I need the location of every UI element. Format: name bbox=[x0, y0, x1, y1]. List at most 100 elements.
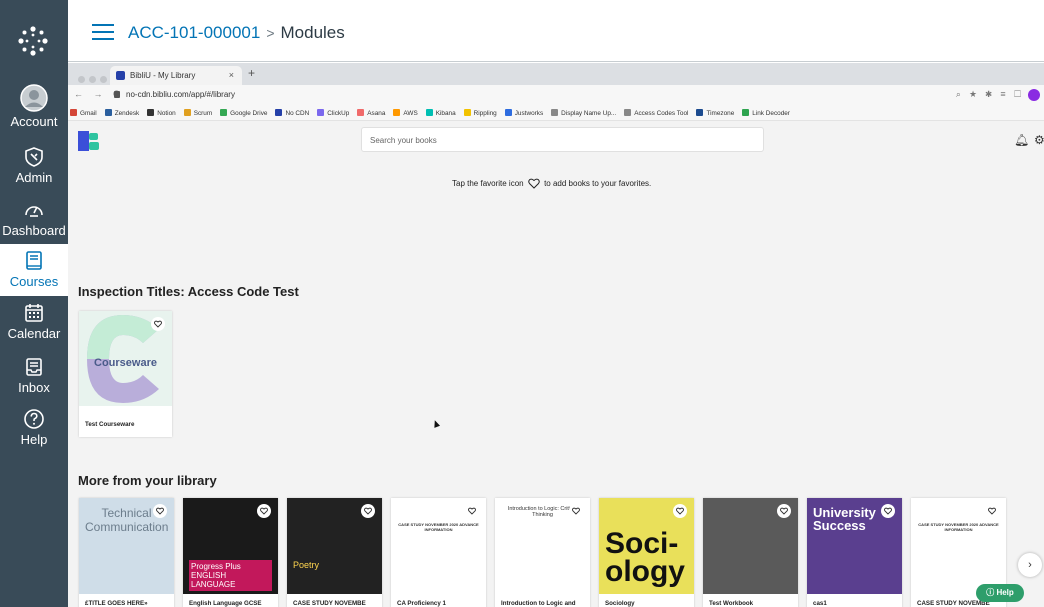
bookmark-favicon-icon bbox=[425, 109, 433, 116]
notification-bell-icon[interactable]: 🔔︎ bbox=[1014, 133, 1029, 147]
lock-icon bbox=[114, 91, 120, 98]
book-title: Sociology bbox=[605, 600, 635, 607]
favorite-button[interactable] bbox=[465, 504, 479, 518]
favorite-button[interactable] bbox=[673, 504, 687, 518]
heart-icon bbox=[260, 507, 268, 515]
bookmark-item[interactable]: Access Codes Tool bbox=[624, 109, 688, 117]
library-search-input[interactable]: Search your books bbox=[361, 127, 764, 152]
carousel-next-button[interactable]: › bbox=[1018, 553, 1042, 577]
nav-item-calendar[interactable]: Calendar bbox=[0, 302, 68, 341]
book-card[interactable]: Test Workbook bbox=[703, 498, 798, 607]
bookmark-item[interactable]: Scrum bbox=[183, 109, 212, 117]
favorite-button[interactable] bbox=[153, 504, 167, 518]
bookmark-item[interactable]: Display Name Up... bbox=[551, 109, 616, 117]
bookmark-item[interactable]: Zendesk bbox=[104, 109, 139, 117]
profile-avatar-icon[interactable] bbox=[1028, 89, 1040, 101]
browser-tab[interactable]: BibliU - My Library × bbox=[110, 66, 242, 85]
user-avatar-icon bbox=[20, 84, 48, 112]
nav-item-courses[interactable]: Courses bbox=[0, 244, 68, 296]
bibliu-logo-icon[interactable] bbox=[78, 131, 100, 151]
bookmark-favicon-icon bbox=[183, 109, 191, 116]
bookmark-item[interactable]: Notion bbox=[147, 109, 176, 117]
book-title: Test Courseware bbox=[85, 421, 135, 428]
nav-item-inbox[interactable]: Inbox bbox=[0, 356, 68, 395]
book-cover: University Success bbox=[807, 498, 902, 594]
inbox-icon bbox=[26, 358, 42, 376]
heart-icon bbox=[676, 507, 684, 515]
bookmark-favicon-icon bbox=[504, 109, 512, 116]
bookmark-item[interactable]: Rippling bbox=[463, 109, 497, 117]
hamburger-menu-icon[interactable] bbox=[92, 24, 114, 40]
nav-label: Courses bbox=[9, 274, 59, 289]
book-card[interactable]: CASE STUDY NOVEMBER 2020 ADVANCE INFORMA… bbox=[391, 498, 486, 607]
book-icon bbox=[26, 251, 42, 270]
bookmark-item[interactable]: Timezone bbox=[696, 109, 734, 117]
nav-label: Account bbox=[10, 114, 58, 129]
nav-item-help[interactable]: Help bbox=[0, 408, 68, 447]
bookmark-label: Notion bbox=[157, 110, 176, 117]
bookmark-favicon-icon bbox=[275, 109, 283, 116]
browser-address-bar: ← → C no-cdn.bibliu.com/app/#/library ⌕ … bbox=[68, 85, 1044, 105]
nav-label: Calendar bbox=[7, 326, 61, 341]
bookmark-favicon-icon bbox=[551, 109, 559, 116]
book-card-courseware[interactable]: Courseware Test Courseware bbox=[79, 311, 172, 437]
book-card[interactable]: Introduction to Logic: Critical Thinking… bbox=[495, 498, 590, 607]
book-cover: Poetry bbox=[287, 498, 382, 594]
book-card[interactable]: Soci- ology Sociology bbox=[599, 498, 694, 607]
more-from-library-heading: More from your library bbox=[78, 473, 217, 488]
favorites-tip-text-start: Tap the favorite icon bbox=[452, 179, 524, 188]
book-title: CASE STUDY NOVEMBE bbox=[293, 600, 366, 607]
heart-icon bbox=[884, 507, 892, 515]
favorite-button[interactable] bbox=[985, 504, 999, 518]
book-title: CASE STUDY NOVEMBE bbox=[917, 600, 990, 607]
settings-gear-icon[interactable]: ⚙ bbox=[1034, 133, 1044, 147]
new-tab-button[interactable]: + bbox=[248, 66, 255, 80]
breadcrumb-course-link[interactable]: ACC-101-000001 bbox=[128, 23, 260, 42]
canvas-logo-icon[interactable] bbox=[16, 24, 50, 58]
bookmark-item[interactable]: AWS bbox=[393, 109, 418, 117]
heart-icon bbox=[468, 507, 476, 515]
browser-extensions-icon[interactable]: ⌕ ★ ✱ ≡ ☐ bbox=[956, 89, 1024, 100]
bookmark-favicon-icon bbox=[70, 109, 77, 116]
help-button[interactable]: ⓘ Help bbox=[976, 584, 1024, 602]
nav-label: Inbox bbox=[18, 380, 50, 395]
bookmark-label: Access Codes Tool bbox=[634, 110, 689, 117]
bookmark-label: No CDN bbox=[285, 110, 310, 117]
bookmark-item[interactable]: No CDN bbox=[275, 109, 309, 117]
nav-label: Dashboard bbox=[2, 223, 66, 238]
tab-close-icon[interactable]: × bbox=[229, 70, 234, 80]
bookmark-favicon-icon bbox=[624, 109, 632, 116]
nav-item-account[interactable]: Account bbox=[0, 84, 68, 129]
browser-tab-bar: BibliU - My Library × + bbox=[68, 63, 1044, 85]
favorite-button[interactable] bbox=[257, 504, 271, 518]
bookmark-item[interactable]: ClickUp bbox=[317, 109, 349, 117]
bookmark-item[interactable]: Asana bbox=[357, 109, 385, 117]
bookmark-item[interactable]: Gmail bbox=[70, 109, 97, 117]
nav-item-admin[interactable]: Admin bbox=[0, 146, 68, 185]
bookmark-favicon-icon bbox=[393, 109, 401, 116]
nav-label: Help bbox=[20, 432, 48, 447]
book-card[interactable]: University Success cas1 bbox=[807, 498, 902, 607]
breadcrumb: ACC-101-000001 > Modules bbox=[128, 23, 345, 43]
favorite-button[interactable] bbox=[569, 504, 583, 518]
book-card[interactable]: Progress Plus ENGLISH LANGUAGE English La… bbox=[183, 498, 278, 607]
favorite-button[interactable] bbox=[777, 504, 791, 518]
bookmark-item[interactable]: Justworks bbox=[504, 109, 543, 117]
heart-icon bbox=[364, 507, 372, 515]
bookmark-favicon-icon bbox=[696, 109, 704, 116]
url-field[interactable]: no-cdn.bibliu.com/app/#/library bbox=[126, 90, 235, 99]
favorite-button[interactable] bbox=[881, 504, 895, 518]
book-card[interactable]: Technical Communication £TITLE GOES HERE» bbox=[79, 498, 174, 607]
favorites-tip: Tap the favorite icon to add books to yo… bbox=[452, 178, 651, 189]
bookmark-item[interactable]: Kibana bbox=[425, 109, 456, 117]
bookmark-item[interactable]: Link Decoder bbox=[742, 109, 790, 117]
bookmark-item[interactable]: Google Drive bbox=[220, 109, 267, 117]
nav-item-dashboard[interactable]: Dashboard bbox=[0, 199, 68, 238]
favorite-button[interactable] bbox=[151, 317, 165, 331]
book-card[interactable]: Poetry CASE STUDY NOVEMBE bbox=[287, 498, 382, 607]
bookmark-label: Kibana bbox=[435, 110, 456, 117]
book-cover-text: Progress Plus ENGLISH LANGUAGE bbox=[189, 560, 272, 591]
bookmark-label: AWS bbox=[403, 110, 418, 117]
bookmark-label: Display Name Up... bbox=[561, 110, 617, 117]
favorite-button[interactable] bbox=[361, 504, 375, 518]
